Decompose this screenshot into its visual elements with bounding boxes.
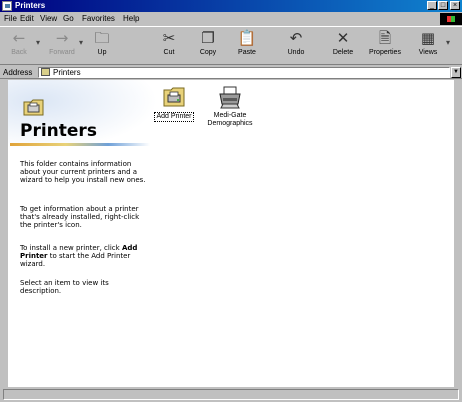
paste-icon: 📋 [237, 29, 257, 47]
menu-edit[interactable]: Edit [20, 13, 34, 25]
add-printer-item[interactable]: Add Printer [142, 84, 206, 122]
cut-label: Cut [163, 49, 175, 56]
paste-label: Paste [238, 49, 256, 56]
views-label: Views [418, 49, 438, 56]
properties-button[interactable]: 🗎 Properties [363, 28, 407, 62]
printer-icon [219, 86, 241, 109]
up-folder-icon: 🗀 [94, 29, 110, 47]
forward-arrow-icon: → [55, 29, 69, 47]
printers-folder-icon [41, 68, 50, 76]
printers-folder-icon [23, 99, 44, 116]
menu-help[interactable]: Help [123, 13, 139, 25]
header-underline [10, 143, 150, 146]
menu-go[interactable]: Go [63, 13, 74, 25]
views-icon: ▦ [420, 29, 436, 47]
printers-folder-icon[interactable] [2, 1, 12, 11]
scissors-icon: ✂ [162, 29, 176, 47]
address-label: Address [3, 68, 33, 77]
minimize-button[interactable]: _ [427, 1, 437, 10]
undo-icon: ↶ [289, 29, 303, 47]
close-button[interactable]: × [450, 1, 460, 10]
address-input[interactable] [38, 67, 450, 78]
forward-button[interactable]: → Forward [45, 28, 79, 62]
forward-label: Forward [49, 49, 75, 56]
menu-view[interactable]: View [40, 13, 57, 25]
printer-label: Medi-Gate Demographics [207, 112, 253, 127]
install-tip: To install a new printer, click Add Prin… [20, 244, 150, 268]
paste-button[interactable]: 📋 Paste [230, 28, 264, 62]
menu-favorites[interactable]: Favorites [82, 13, 115, 25]
up-button[interactable]: 🗀 Up [85, 28, 119, 62]
address-dropdown-button[interactable]: ▼ [451, 67, 461, 78]
address-value[interactable]: Printers [53, 67, 81, 78]
maximize-button[interactable]: □ [438, 1, 448, 10]
select-item-hint: Select an item to view its description. [20, 279, 109, 295]
delete-x-icon: ✕ [336, 29, 350, 47]
properties-label: Properties [369, 49, 401, 56]
install-tip-prefix: To install a new printer, click [20, 244, 120, 252]
undo-label: Undo [287, 49, 305, 56]
add-printer-icon [163, 87, 185, 107]
forward-history-dropdown[interactable]: ▾ [79, 38, 83, 47]
properties-icon: 🗎 [378, 29, 392, 47]
back-history-dropdown[interactable]: ▾ [36, 38, 40, 47]
copy-button[interactable]: ❐ Copy [191, 28, 225, 62]
up-label: Up [97, 49, 107, 56]
delete-button[interactable]: ✕ Delete [326, 28, 360, 62]
copy-label: Copy [199, 49, 217, 56]
folder-info-tip: To get information about a printer that'… [20, 205, 140, 229]
views-dropdown[interactable]: ▾ [446, 38, 450, 47]
delete-label: Delete [332, 49, 354, 56]
back-arrow-icon: ← [12, 29, 26, 47]
menu-file[interactable]: File [4, 13, 17, 25]
title-bar[interactable] [0, 0, 462, 12]
cut-button[interactable]: ✂ Cut [152, 28, 186, 62]
add-printer-label: Add Printer [154, 112, 194, 122]
back-button[interactable]: ← Back [2, 28, 36, 62]
status-pane [3, 389, 459, 400]
undo-button[interactable]: ↶ Undo [279, 28, 313, 62]
window-title: Printers [15, 1, 46, 10]
folder-title: Printers [20, 121, 97, 141]
printer-item-medi-gate[interactable]: Medi-Gate Demographics [198, 84, 262, 128]
copy-icon: ❐ [201, 29, 215, 47]
views-button[interactable]: ▦ Views [411, 28, 445, 62]
folder-description: This folder contains information about y… [20, 160, 146, 184]
back-label: Back [11, 49, 27, 56]
windows-logo-icon [440, 13, 462, 25]
